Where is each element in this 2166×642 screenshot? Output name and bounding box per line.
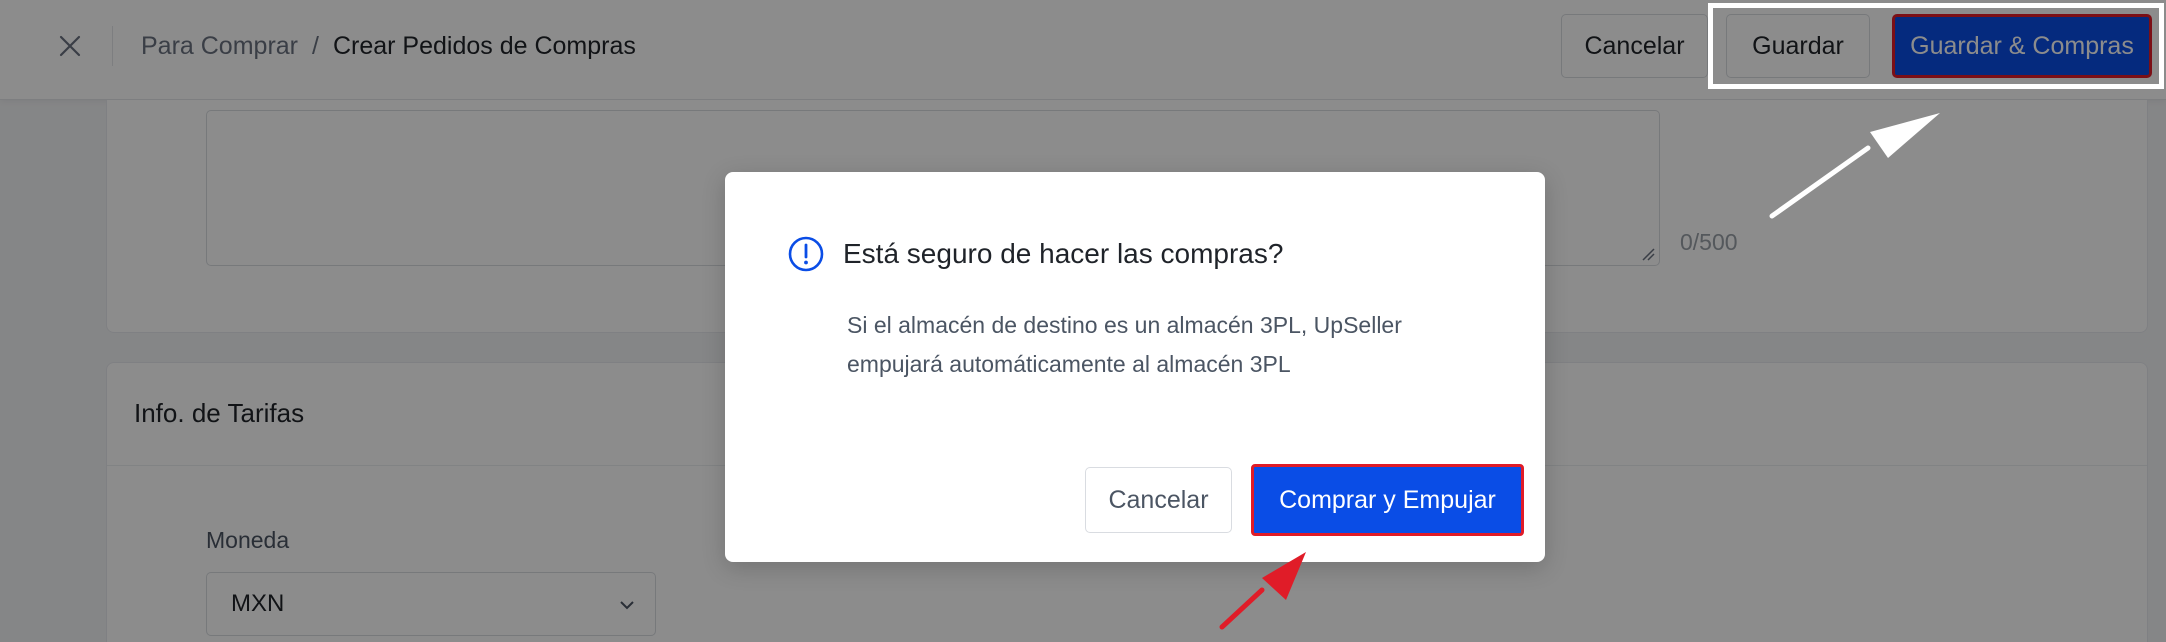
annotation-arrow-red bbox=[1219, 552, 1306, 630]
